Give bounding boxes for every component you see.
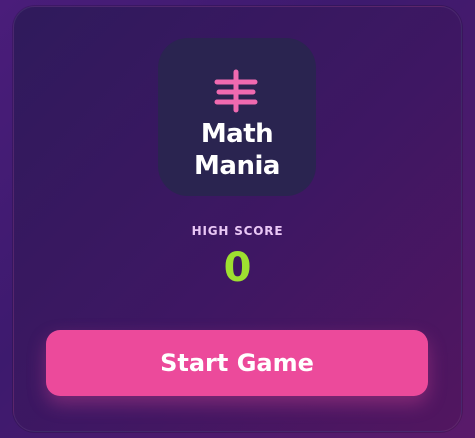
game-logo: Math Mania [158,38,316,196]
game-title-line-1: Math [200,119,274,149]
game-title-line-2: Mania [194,151,280,181]
high-score-value: 0 [223,245,252,291]
tally-marks-icon [214,69,258,113]
game-title: Math Mania [158,118,316,182]
start-game-button[interactable]: Start Game [46,330,428,396]
high-score-label: HIGH SCORE [191,224,284,238]
